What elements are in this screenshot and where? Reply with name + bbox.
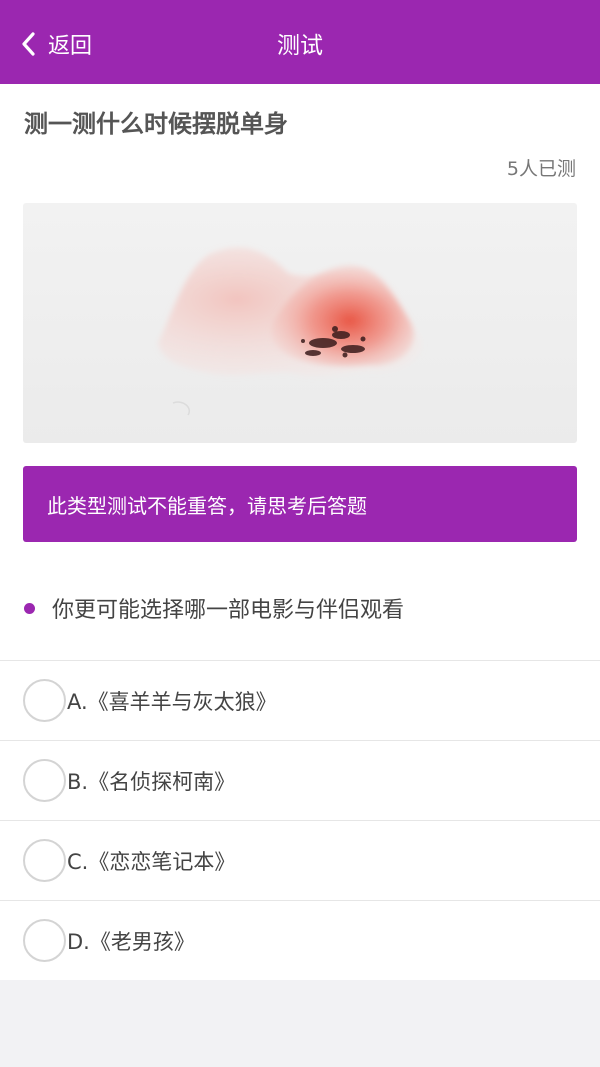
quiz-content: 测一测什么时候摆脱单身 5人已测 此类型测试不能重答，请思考后答题 你更可能选择… <box>0 84 600 980</box>
radio-icon[interactable] <box>23 919 66 962</box>
option-d[interactable]: D.《老男孩》 <box>0 900 600 980</box>
radio-icon[interactable] <box>23 759 66 802</box>
option-c[interactable]: C.《恋恋笔记本》 <box>0 820 600 900</box>
radio-icon[interactable] <box>23 679 66 722</box>
question-text: 你更可能选择哪一部电影与伴侣观看 <box>52 598 405 623</box>
option-a[interactable]: A.《喜羊羊与灰太狼》 <box>0 660 600 740</box>
option-label: B.《名侦探柯南》 <box>67 769 236 794</box>
bullet-dot-icon <box>24 602 35 614</box>
question: 你更可能选择哪一部电影与伴侣观看 <box>24 592 404 624</box>
option-b[interactable]: B.《名侦探柯南》 <box>0 740 600 820</box>
option-label: C.《恋恋笔记本》 <box>67 849 236 874</box>
quiz-cover-image <box>23 203 577 443</box>
quiz-title: 测一测什么时候摆脱单身 <box>24 110 288 138</box>
option-label: D.《老男孩》 <box>67 929 195 954</box>
page-title: 测试 <box>277 33 323 59</box>
option-label: A.《喜羊羊与灰太狼》 <box>67 689 277 714</box>
top-navbar: 返回 测试 <box>0 0 600 84</box>
tested-count: 5人已测 <box>506 158 576 180</box>
radio-icon[interactable] <box>23 839 66 882</box>
no-retake-notice: 此类型测试不能重答，请思考后答题 <box>23 466 577 542</box>
ink-splash-image <box>158 247 422 416</box>
